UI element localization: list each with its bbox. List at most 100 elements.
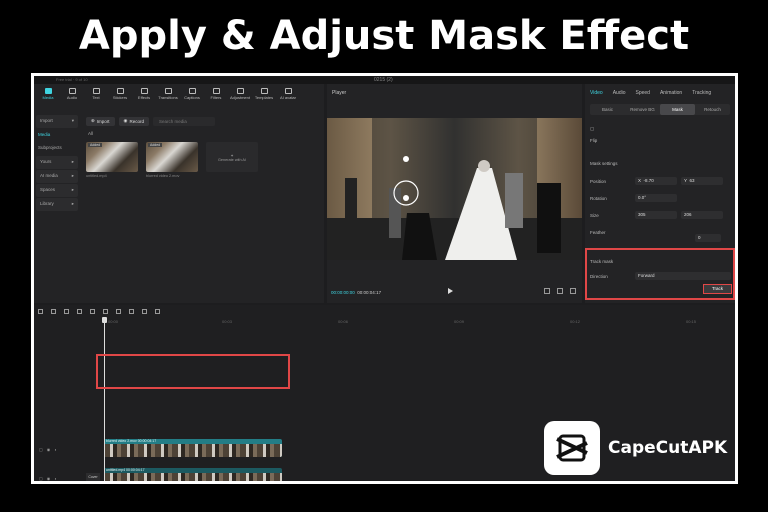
templates-icon xyxy=(260,88,268,94)
tool-label: Effects xyxy=(137,95,151,100)
main-clip[interactable]: untitled.mp4 00:00:04:17 xyxy=(104,468,282,481)
audio-icon[interactable]: ◖ xyxy=(54,476,56,481)
import-button[interactable]: ⊕ Import xyxy=(86,116,115,126)
tool-label: Transitions xyxy=(158,95,178,100)
video-preview[interactable] xyxy=(327,118,582,260)
rotation-field[interactable]: 0.0° xyxy=(635,194,677,202)
record-icon: ◉ xyxy=(123,118,128,123)
tab-animation[interactable]: Animation xyxy=(660,90,682,96)
media-sidebar: Import ▾ Media Subprojects Yours ▸ AI medi… xyxy=(34,114,80,303)
trim-left-icon[interactable] xyxy=(90,308,95,314)
tool-adjustment[interactable]: Adjustment xyxy=(228,84,252,104)
brand-badge: CapeCutAPK xyxy=(544,421,727,475)
delete-icon[interactable] xyxy=(116,308,121,314)
eye-icon[interactable]: ◉ xyxy=(47,447,51,452)
tool-text[interactable]: Text xyxy=(84,84,108,104)
generate-ai-card[interactable]: ✦ Generate with AI xyxy=(206,142,258,178)
tool-templates[interactable]: Templates xyxy=(252,84,276,104)
subtab-basic[interactable]: Basic xyxy=(590,104,625,115)
mask-shape-icon: ▢ xyxy=(590,126,595,131)
select-icon[interactable] xyxy=(38,308,43,314)
rotation-label: Rotation xyxy=(590,196,607,201)
tool-transitions[interactable]: Transitions xyxy=(156,84,180,104)
tool-label: Captions xyxy=(184,95,200,100)
tool-filters[interactable]: Filters xyxy=(204,84,228,104)
record-label: Record xyxy=(129,118,144,124)
crop-icon[interactable] xyxy=(557,288,563,294)
width-field[interactable]: 305 xyxy=(635,211,677,219)
subtab-mask[interactable]: Mask xyxy=(660,104,695,115)
mask-preview[interactable]: ▢ xyxy=(590,126,594,132)
crop-tl-icon[interactable] xyxy=(155,308,160,314)
chevron-right-icon: ▸ xyxy=(71,201,74,206)
filter-all[interactable]: All xyxy=(88,131,93,136)
flip-label[interactable]: Flip xyxy=(590,138,597,143)
y-axis-label: Y xyxy=(684,178,687,183)
feather-field[interactable]: 0 xyxy=(695,234,721,242)
sidebar-item-import[interactable]: Import ▾ xyxy=(36,115,78,128)
subtab-remove-bg[interactable]: Remove BG xyxy=(625,104,660,115)
media-item[interactable]: Added untitled.mp4 xyxy=(86,142,138,178)
tool-label: Media xyxy=(42,95,54,100)
tab-audio[interactable]: Audio xyxy=(613,90,626,96)
eye-icon[interactable]: ◉ xyxy=(47,476,51,481)
chevron-right-icon: ▸ xyxy=(71,173,74,178)
tool-media[interactable]: Media xyxy=(36,84,60,104)
tab-tracking[interactable]: Tracking xyxy=(692,90,711,96)
ruler-tick: 00:09 xyxy=(454,319,465,324)
sidebar-item-spaces[interactable]: Spaces ▸ xyxy=(36,184,78,197)
sidebar-item-media[interactable]: Media xyxy=(34,129,80,142)
position-label: Position xyxy=(590,179,607,184)
record-button[interactable]: ◉ Record xyxy=(118,116,149,126)
sidebar-item-label: AI media xyxy=(40,173,58,178)
play-icon[interactable] xyxy=(448,288,453,294)
freeze-icon[interactable] xyxy=(129,308,134,314)
media-item[interactable]: Added blurred video 2.mov xyxy=(146,142,198,178)
tool-audio[interactable]: Audio xyxy=(60,84,84,104)
height-field[interactable]: 206 xyxy=(681,211,723,219)
tool-label: Audio xyxy=(66,95,78,100)
sidebar-item-subprojects[interactable]: Subprojects xyxy=(34,142,80,155)
tool-captions[interactable]: Captions xyxy=(180,84,204,104)
media-actions: ⊕ Import ◉ Record Search media xyxy=(86,115,322,127)
position-x-field[interactable]: X -8.70 xyxy=(635,177,677,185)
fullscreen-icon[interactable] xyxy=(570,288,576,294)
lock-icon[interactable]: ▢ xyxy=(39,476,43,481)
x-axis-label: X xyxy=(638,178,642,183)
search-input[interactable]: Search media xyxy=(153,116,215,126)
tool-effects[interactable]: Effects xyxy=(132,84,156,104)
sidebar-item-yours[interactable]: Yours ▸ xyxy=(36,156,78,169)
playhead[interactable] xyxy=(102,317,107,481)
ratio-icon[interactable] xyxy=(544,288,550,294)
audio-icon[interactable]: ◖ xyxy=(54,447,56,452)
filters-icon xyxy=(212,88,220,94)
chevron-right-icon: ▸ xyxy=(71,187,74,192)
position-y-field[interactable]: Y 63 xyxy=(681,177,723,185)
redo-icon[interactable] xyxy=(64,308,69,314)
undo-icon[interactable] xyxy=(51,308,56,314)
video-subtabs: Basic Remove BG Mask Retouch xyxy=(590,104,730,115)
sidebar-item-library[interactable]: Library ▸ xyxy=(36,198,78,211)
tool-ai-avatar[interactable]: AI avatar xyxy=(276,84,300,104)
tab-video[interactable]: Video xyxy=(590,90,603,96)
timeline-ruler: 00:00 00:03 00:06 00:09 00:12 00:15 xyxy=(104,319,735,327)
import-icon: ⊕ xyxy=(91,118,95,123)
trim-right-icon[interactable] xyxy=(103,308,108,314)
media-grid: Added untitled.mp4 Added blurred video 2… xyxy=(86,142,258,178)
tool-label: Filters xyxy=(210,95,222,100)
tool-stickers[interactable]: Stickers xyxy=(108,84,132,104)
lock-icon[interactable]: ▢ xyxy=(39,447,43,452)
tool-label: Adjustment xyxy=(229,95,250,100)
main-track-controls: ▢ ◉ ◖ xyxy=(39,476,57,481)
tab-speed[interactable]: Speed xyxy=(636,90,650,96)
sidebar-item-ai-media[interactable]: AI media ▸ xyxy=(36,170,78,183)
subtab-retouch[interactable]: Retouch xyxy=(695,104,730,115)
cover-button[interactable]: Cover xyxy=(86,473,100,481)
mirror-icon[interactable] xyxy=(142,308,147,314)
ruler-tick: 00:06 xyxy=(338,319,349,324)
split-icon[interactable] xyxy=(77,308,82,314)
wedding-scene xyxy=(327,118,582,260)
inspector-tabs: Video Audio Speed Animation Tracking xyxy=(585,84,735,102)
overlay-clip[interactable]: blurred video 2.mov 00:00:04:17 xyxy=(104,439,282,457)
ai-card-body: ✦ Generate with AI xyxy=(206,142,258,172)
